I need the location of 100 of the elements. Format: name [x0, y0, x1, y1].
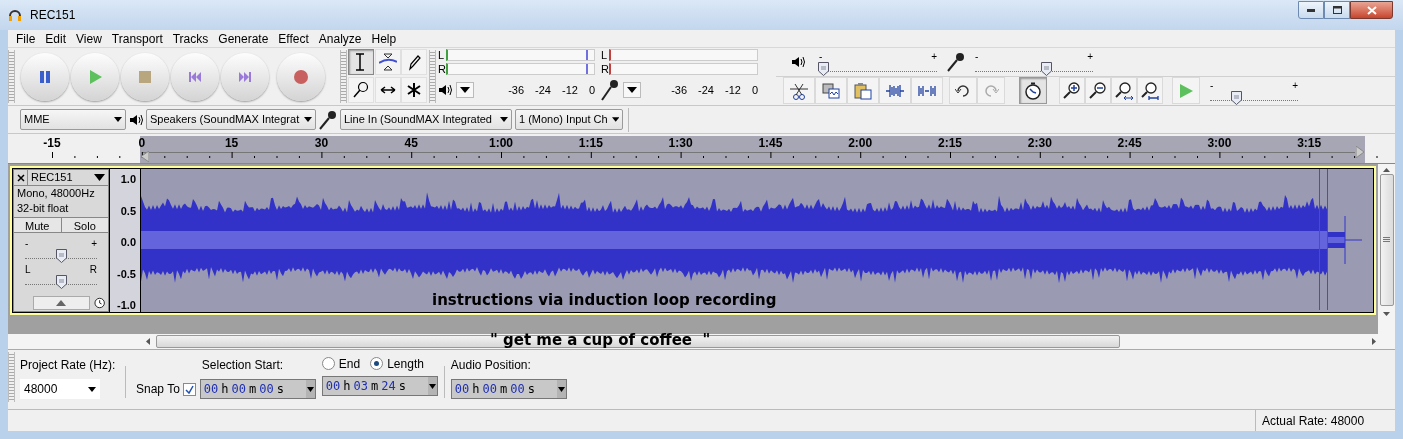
- time-field[interactable]: 00 h 03 m 24 s: [321, 376, 438, 396]
- selection-tool[interactable]: [348, 49, 374, 75]
- output-device-dropdown[interactable]: Speakers (SoundMAX Integrat: [146, 109, 316, 130]
- slider-thumb[interactable]: [817, 61, 829, 76]
- skip-to-end-button[interactable]: [221, 52, 269, 101]
- amplitude-label: -0.5: [117, 266, 136, 282]
- maximize-button[interactable]: [1324, 1, 1350, 19]
- meter-scale-label: -24: [698, 83, 714, 97]
- radio-button[interactable]: [370, 357, 384, 370]
- scroll-left-icon[interactable]: [146, 338, 150, 345]
- ruler-label: 3:15: [1297, 137, 1322, 150]
- zoom-out-button[interactable]: [1085, 77, 1111, 105]
- max-label: +: [1292, 80, 1298, 91]
- scrollbar-thumb[interactable]: [1379, 174, 1394, 306]
- ruler-label: 45: [404, 137, 418, 150]
- toolbar-grip[interactable]: [429, 50, 436, 103]
- triangle-up-icon: [56, 300, 67, 306]
- min-label: L: [25, 265, 31, 275]
- menu-item[interactable]: Generate: [213, 29, 274, 48]
- clipboard-icon: [854, 81, 872, 100]
- toolbar-grip[interactable]: [340, 50, 347, 103]
- collapse-button[interactable]: [33, 296, 90, 310]
- slider-thumb[interactable]: [56, 275, 67, 289]
- silence-button[interactable]: [911, 77, 943, 105]
- meter-scale-label: 0: [588, 83, 595, 97]
- paste-button[interactable]: [847, 77, 879, 105]
- draw-tool[interactable]: [401, 49, 428, 75]
- channel-label: R: [601, 63, 609, 76]
- snap-to-checkbox[interactable]: [182, 382, 196, 396]
- minimize-button[interactable]: [1298, 1, 1324, 19]
- input-device-dropdown[interactable]: Line In (SoundMAX Integrated: [340, 109, 512, 130]
- time-shift-tool[interactable]: [374, 76, 401, 103]
- toolbar-grip[interactable]: [8, 50, 15, 103]
- menu-item[interactable]: Help: [366, 29, 402, 48]
- multi-tool[interactable]: [401, 76, 428, 103]
- project-rate-dropdown[interactable]: 48000: [20, 379, 100, 399]
- microphone-icon: [947, 51, 965, 72]
- menu-item[interactable]: Effect: [273, 29, 314, 48]
- copy-icon: [822, 81, 840, 100]
- meter-menu-button[interactable]: [456, 82, 474, 99]
- snap-to-label: Snap To: [136, 381, 180, 398]
- time-field[interactable]: 00 h 00 m 00 s: [450, 379, 567, 399]
- radio-button[interactable]: [321, 357, 335, 370]
- menu-item[interactable]: Edit: [40, 29, 72, 48]
- slider-thumb[interactable]: [1231, 90, 1243, 105]
- amplitude-label: 1.0: [120, 171, 136, 187]
- end-arrow-icon: [1356, 146, 1364, 158]
- ruler-label: 1:30: [668, 137, 693, 150]
- trim-button[interactable]: [783, 77, 815, 105]
- toolbar-grip[interactable]: [8, 352, 15, 402]
- menu-item[interactable]: View: [71, 29, 107, 48]
- thumb-icon: [1231, 90, 1243, 105]
- amplitude-label: 0.5: [120, 203, 136, 219]
- zoom-tool[interactable]: [348, 76, 374, 103]
- sync-lock-button[interactable]: [1019, 77, 1047, 105]
- close-button[interactable]: [1350, 1, 1393, 19]
- amplitude-label: -1.0: [117, 297, 136, 313]
- pause-button[interactable]: [21, 52, 69, 101]
- slider-thumb[interactable]: [56, 249, 67, 263]
- slider-thumb[interactable]: [1040, 61, 1052, 76]
- menu-item[interactable]: Tracks: [167, 29, 214, 48]
- envelope-icon: [378, 53, 397, 71]
- close-track-button[interactable]: [14, 170, 28, 185]
- undo-button[interactable]: [949, 77, 977, 105]
- meter-scale-label: 0: [751, 83, 758, 97]
- ruler-label: 15: [224, 137, 239, 150]
- copy-button[interactable]: [815, 77, 847, 105]
- solo-button[interactable]: Solo: [61, 218, 108, 232]
- envelope-tool[interactable]: [374, 49, 401, 75]
- channel-label: L: [438, 49, 446, 62]
- vertical-scrollbar[interactable]: [1378, 164, 1395, 334]
- fit-project-button[interactable]: [1137, 77, 1163, 105]
- track-info-text: 32-bit float: [16, 201, 70, 216]
- microphone-icon: [601, 79, 619, 102]
- scrollbar-thumb[interactable]: [156, 335, 1120, 348]
- pause-icon: [37, 68, 53, 85]
- track-name-menu[interactable]: REC151: [28, 170, 108, 185]
- mute-button[interactable]: Mute: [14, 218, 62, 232]
- min-label: -: [25, 239, 29, 249]
- minimize-icon: [1307, 8, 1315, 12]
- trim-audio-button[interactable]: [879, 77, 911, 105]
- record-button[interactable]: [277, 52, 325, 101]
- zoom-in-button[interactable]: [1059, 77, 1085, 105]
- stopwatch-icon: [1024, 81, 1042, 100]
- menu-item[interactable]: Analyze: [313, 29, 367, 48]
- maximize-icon: [1332, 6, 1342, 14]
- scroll-right-icon[interactable]: [1372, 338, 1376, 345]
- skip-to-start-button[interactable]: [171, 52, 219, 101]
- input-channels-dropdown[interactable]: 1 (Mono) Input Ch: [515, 109, 623, 130]
- host-dropdown[interactable]: MME: [20, 109, 126, 130]
- menu-item[interactable]: File: [11, 29, 41, 48]
- time-field[interactable]: 00 h 00 m 00 s: [199, 379, 316, 399]
- meter-menu-button[interactable]: [623, 82, 641, 99]
- scroll-down-icon: [1383, 312, 1390, 316]
- fit-selection-button[interactable]: [1111, 77, 1137, 105]
- close-icon: [1366, 5, 1377, 15]
- thumb-icon: [56, 249, 67, 263]
- menu-item[interactable]: Transport: [106, 29, 168, 48]
- speaker-icon: [791, 54, 805, 69]
- max-label: +: [1087, 51, 1093, 62]
